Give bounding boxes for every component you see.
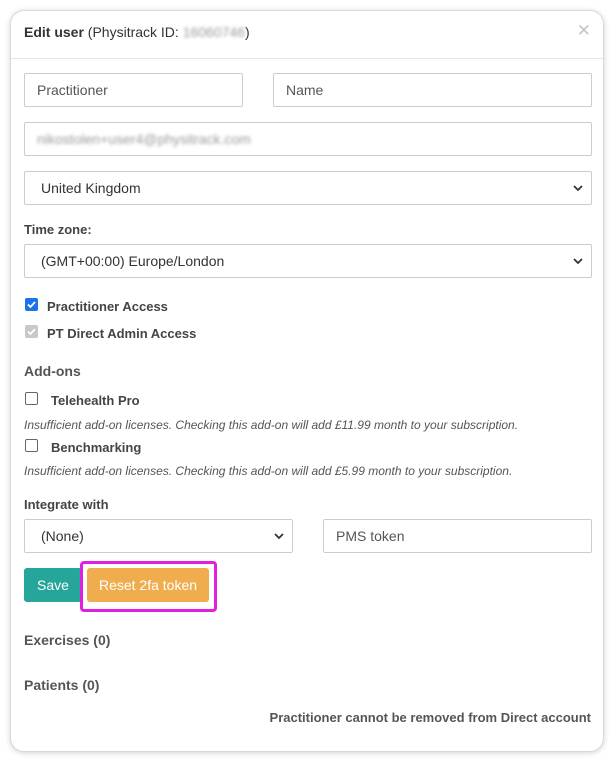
integration-select[interactable]: (None) bbox=[24, 519, 293, 553]
pms-token-input[interactable] bbox=[323, 519, 592, 553]
close-icon[interactable]: ✕ bbox=[577, 22, 591, 39]
timezone-selected: (GMT+00:00) Europe/London bbox=[41, 253, 225, 269]
modal-header: Edit user (Physitrack ID: 16060746) ✕ bbox=[11, 11, 603, 59]
check-icon bbox=[27, 301, 36, 309]
physitrack-id-suffix: ) bbox=[245, 24, 250, 40]
save-button[interactable]: Save bbox=[24, 568, 82, 602]
modal-title: Edit user (Physitrack ID: 16060746) bbox=[24, 24, 250, 40]
timezone-select[interactable]: (GMT+00:00) Europe/London bbox=[24, 244, 592, 278]
reset-2fa-button[interactable]: Reset 2fa token bbox=[87, 568, 209, 602]
patients-section[interactable]: Patients (0) bbox=[24, 677, 99, 693]
practitioner-access-checkbox[interactable] bbox=[25, 298, 38, 311]
check-icon bbox=[27, 328, 36, 336]
telehealth-pro-note: Insufficient add-on licenses. Checking t… bbox=[24, 418, 519, 432]
benchmarking-checkbox[interactable] bbox=[25, 439, 38, 452]
timezone-label: Time zone: bbox=[24, 222, 92, 237]
physitrack-id-value: 16060746 bbox=[182, 24, 245, 40]
country-select[interactable]: United Kingdom bbox=[24, 171, 592, 205]
physitrack-id: (Physitrack ID: 16060746) bbox=[88, 24, 250, 40]
modal-title-text: Edit user bbox=[24, 24, 84, 40]
integrate-with-label: Integrate with bbox=[24, 497, 109, 512]
telehealth-pro-checkbox[interactable] bbox=[25, 392, 38, 405]
removal-note: Practitioner cannot be removed from Dire… bbox=[269, 710, 591, 725]
practitioner-access-label: Practitioner Access bbox=[47, 299, 168, 314]
benchmarking-label: Benchmarking bbox=[51, 440, 142, 455]
email-input[interactable]: nikostolen+user4@physitrack.com bbox=[24, 122, 592, 156]
benchmarking-note: Insufficient add-on licenses. Checking t… bbox=[24, 464, 513, 478]
pt-direct-admin-checkbox bbox=[25, 325, 38, 338]
email-value: nikostolen+user4@physitrack.com bbox=[37, 131, 251, 147]
edit-user-modal: Edit user (Physitrack ID: 16060746) ✕ ni… bbox=[10, 10, 604, 752]
telehealth-pro-label: Telehealth Pro bbox=[51, 393, 140, 408]
last-name-input[interactable] bbox=[273, 73, 592, 107]
chevron-down-icon bbox=[573, 185, 583, 192]
chevron-down-icon bbox=[573, 258, 583, 265]
pt-direct-admin-label: PT Direct Admin Access bbox=[47, 326, 197, 341]
physitrack-id-prefix: (Physitrack ID: bbox=[87, 24, 183, 40]
exercises-section[interactable]: Exercises (0) bbox=[24, 632, 110, 648]
country-selected: United Kingdom bbox=[41, 180, 141, 196]
addons-heading: Add-ons bbox=[24, 363, 81, 379]
integration-selected: (None) bbox=[41, 528, 84, 544]
chevron-down-icon bbox=[274, 533, 284, 540]
first-name-input[interactable] bbox=[24, 73, 243, 107]
